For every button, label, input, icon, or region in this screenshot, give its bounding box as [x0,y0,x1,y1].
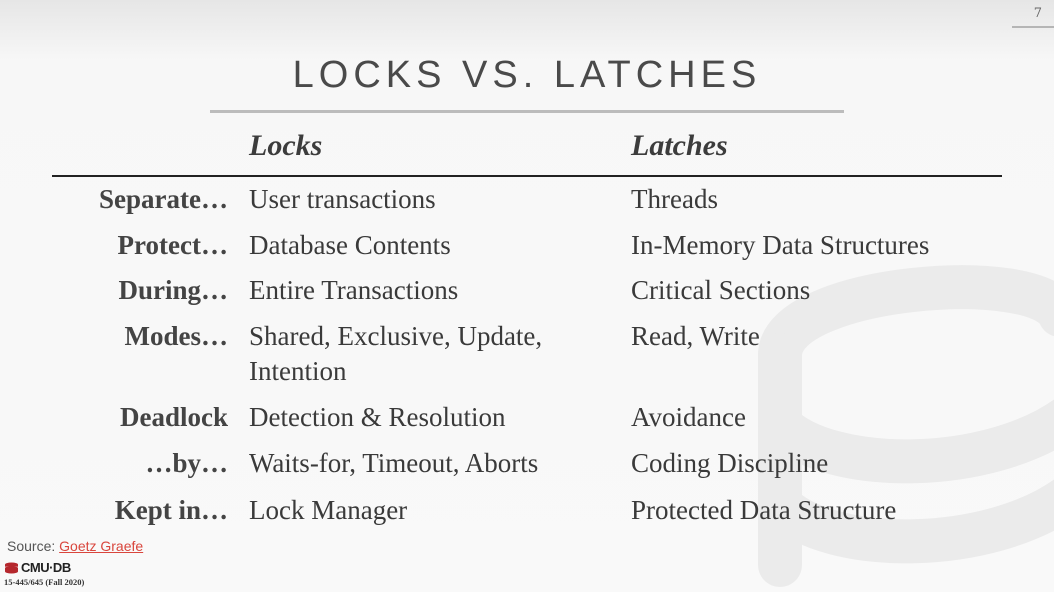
latches-cell: Avoidance [631,402,746,432]
latches-cell: Coding Discipline [631,448,829,478]
locks-cell: Shared, Exclusive, Update, Intention [249,321,543,386]
row-label: Deadlock [120,402,228,432]
cmu-db-logo-icon [5,562,18,573]
row-label: Separate… [99,184,228,214]
page-number: 7 [1012,6,1054,28]
source-citation: Source: Goetz Graefe [7,538,143,554]
latches-cell: Protected Data Structure [631,495,897,525]
column-header-latches: Latches [631,129,728,162]
locks-cell: Lock Manager [249,495,408,525]
row-label: During… [118,275,228,305]
latches-cell: In-Memory Data Structures [631,230,930,260]
slide-title: LOCKS VS. LATCHES [292,54,762,96]
column-header-locks: Locks [249,129,323,162]
source-link[interactable]: Goetz Graefe [59,538,143,554]
latches-cell: Threads [631,184,718,214]
brand-name: CMU·DB [21,560,71,575]
row-label: …by… [145,448,228,478]
footer-brand: CMU·DB 15-445/645 (Fall 2020) [4,560,84,587]
table-header-rule [52,175,1002,177]
latches-cell: Read, Write [631,321,760,351]
course-label: 15-445/645 (Fall 2020) [4,577,85,587]
locks-cell: Database Contents [249,230,451,260]
row-label: Kept in… [114,495,228,525]
locks-cell: Detection & Resolution [249,402,506,432]
locks-cell: Waits-for, Timeout, Aborts [249,448,539,478]
row-label: Protect… [117,230,228,260]
locks-cell: Entire Transactions [249,275,459,305]
source-prefix: Source: [7,538,60,554]
title-underline [210,110,844,113]
latches-cell: Critical Sections [631,275,811,305]
row-label: Modes… [124,321,229,351]
locks-cell: User transactions [249,184,436,214]
